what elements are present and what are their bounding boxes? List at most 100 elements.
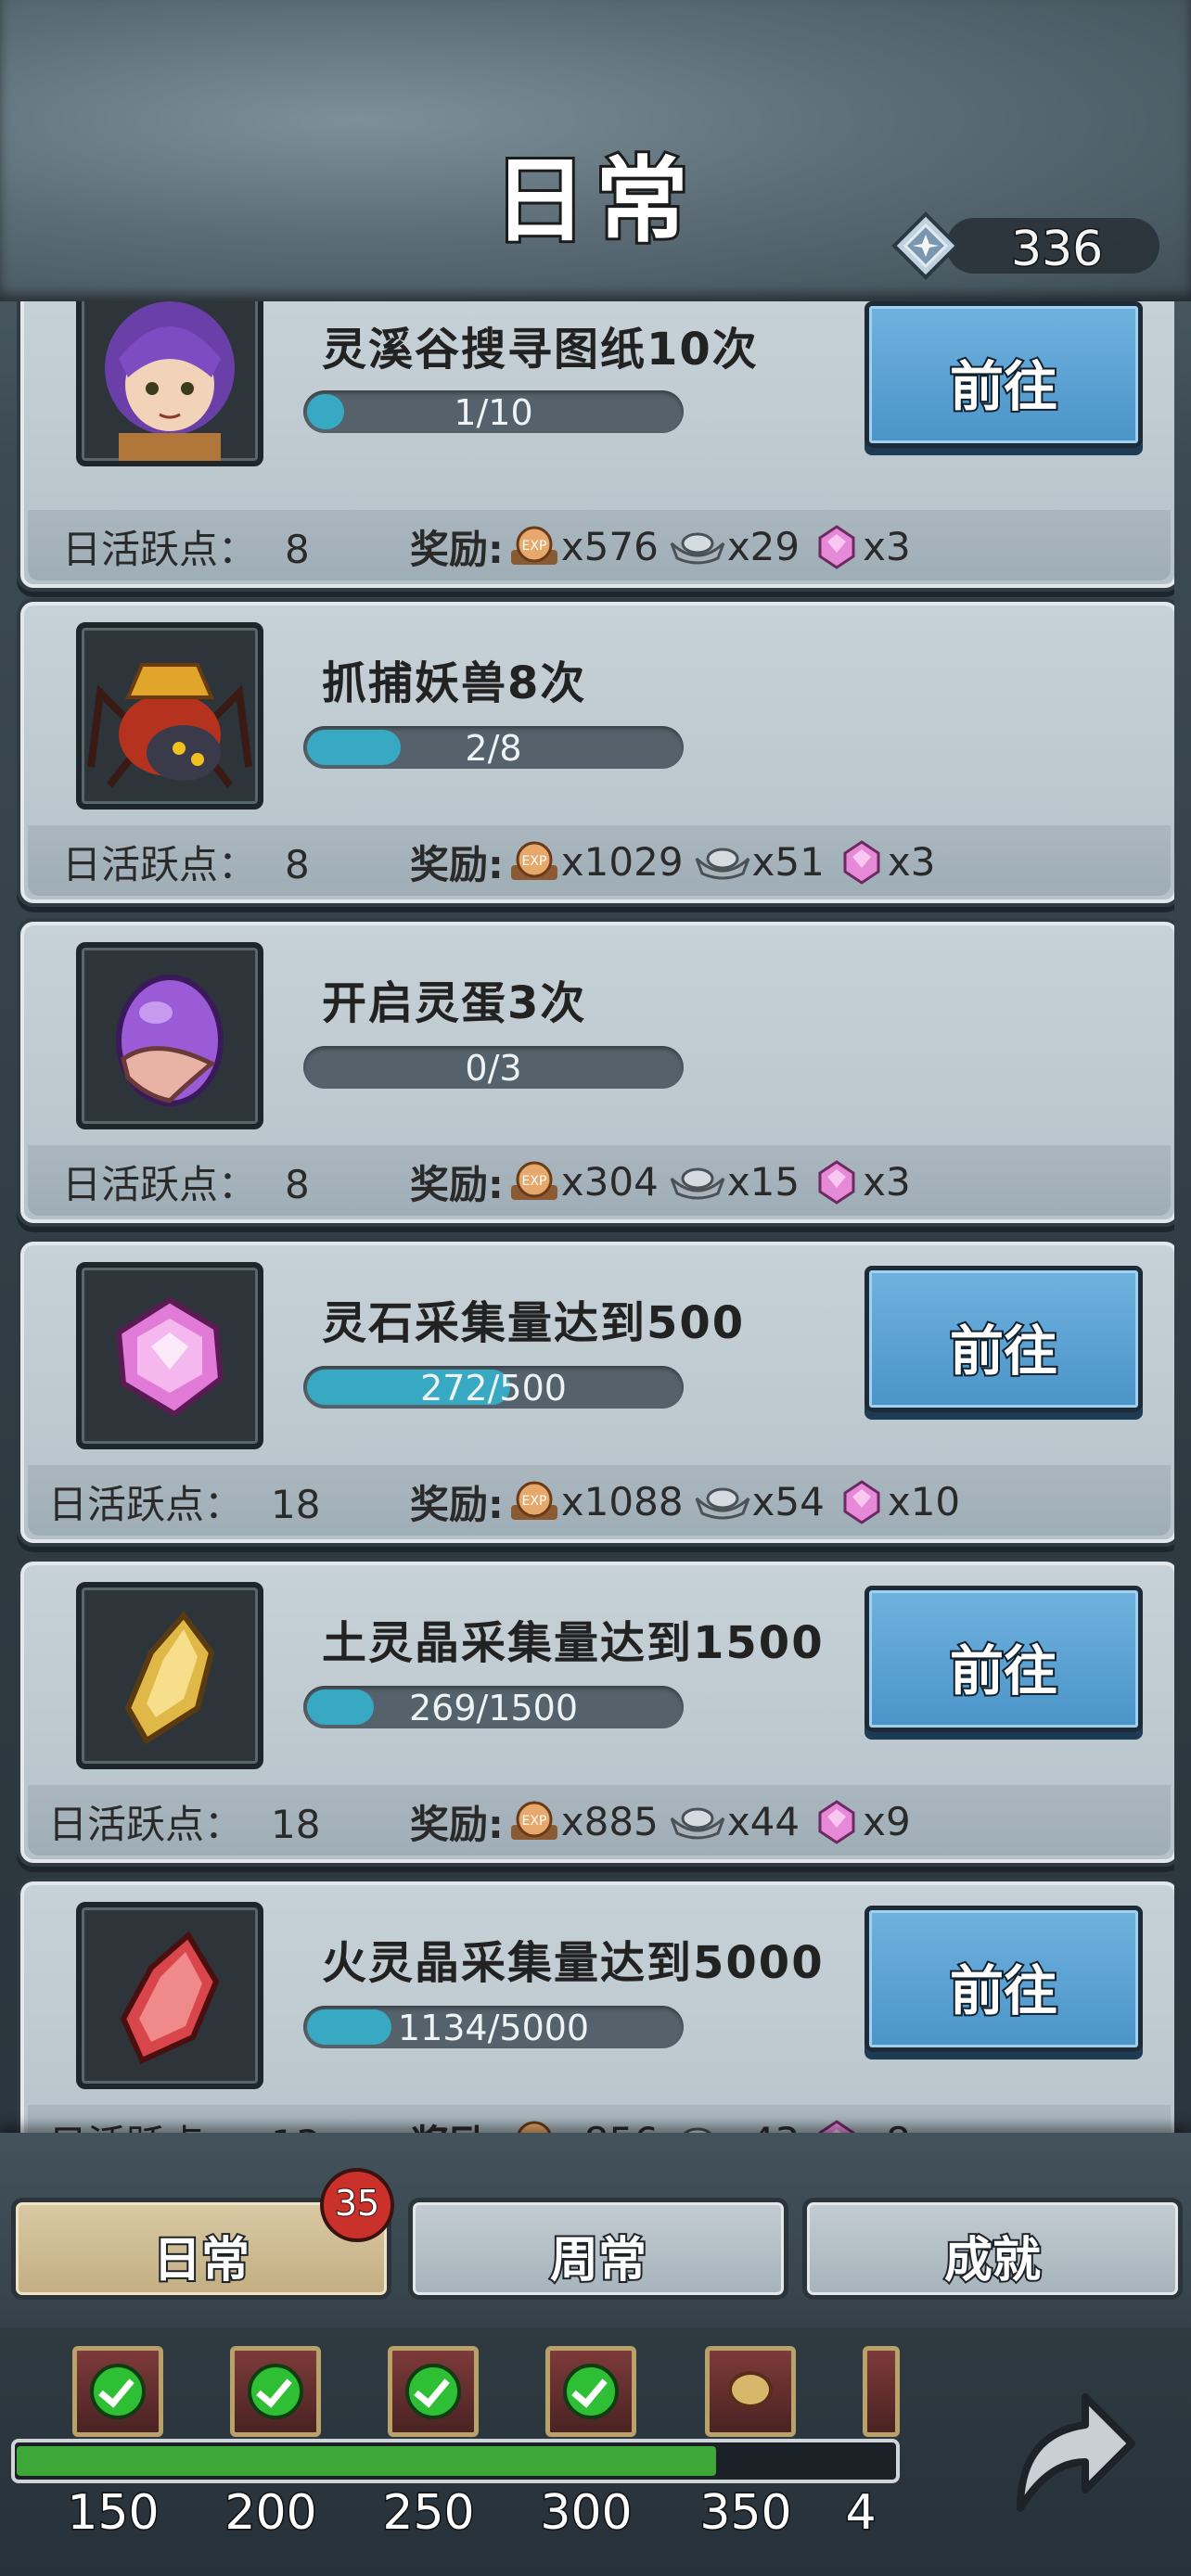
silver-ingot-icon: [670, 1807, 725, 1839]
activity-value: 18: [271, 1482, 321, 1527]
exp-scroll-icon: EXP: [510, 1801, 557, 1840]
activity-label: 日活跃点：: [48, 1482, 244, 1527]
activity-value: 8: [285, 1162, 310, 1207]
task-card: 土灵晶采集量达到1500 269/1500 前往 日活跃点： 18 奖励: EXP…: [17, 1558, 1174, 1867]
activity-points: 日活跃点： 8: [62, 1154, 310, 1210]
share-arrow-icon[interactable]: [983, 2369, 1141, 2527]
milestone-progress-fill: [17, 2446, 716, 2476]
reward-gem: x3: [887, 839, 936, 885]
pink-gem-icon: [843, 1479, 880, 1524]
svg-text:EXP: EXP: [521, 1814, 546, 1829]
milestone-chest[interactable]: [72, 2346, 163, 2437]
svg-text:EXP: EXP: [521, 1494, 546, 1509]
milestone-value: 4: [844, 2484, 877, 2543]
tab-bar: 日常 35 周常 成就: [0, 2133, 1191, 2327]
pink-spirit-stone-icon: [115, 1296, 224, 1418]
earth-crystal-icon: [124, 1611, 215, 1745]
milestone-value: 350: [698, 2484, 793, 2543]
go-button[interactable]: 前往: [864, 1906, 1143, 2052]
task-rewards: 奖励: EXP x304 x15 x3: [410, 1154, 911, 1210]
tab-achievements[interactable]: 成就: [802, 2198, 1183, 2300]
currency-amount: 336: [1009, 221, 1104, 279]
pink-gem-icon: [818, 1799, 855, 1844]
milestone-value: 200: [224, 2484, 318, 2543]
milestone-chest[interactable]: [545, 2346, 636, 2437]
task-name: 灵溪谷搜寻图纸10次: [322, 324, 759, 376]
reward-gem: x10: [887, 1479, 961, 1524]
milestone-chest[interactable]: [388, 2346, 479, 2437]
task-progress-text: 269/1500: [408, 1688, 579, 1728]
milestone-chest[interactable]: [230, 2346, 321, 2437]
svg-text:EXP: EXP: [521, 1174, 546, 1189]
reward-exp: x885: [560, 1799, 659, 1844]
task-card: 开启灵蛋3次 0/3 日活跃点： 8 奖励: EXP x304 x15 x3: [17, 918, 1174, 1227]
svg-text:EXP: EXP: [521, 854, 546, 869]
activity-points: 日活跃点： 18: [48, 1793, 320, 1850]
reward-label: 奖励:: [410, 1802, 504, 1847]
go-button[interactable]: 前往: [864, 1586, 1143, 1732]
pink-gem-icon: [818, 1159, 855, 1205]
tab-weekly-label: 周常: [548, 2231, 648, 2290]
claimed-check-icon: [248, 2364, 303, 2419]
task-rewards: 奖励: EXP x576 x29 x3: [410, 518, 911, 575]
task-icon-frame: [76, 1262, 263, 1449]
task-progress-bar: 1134/5000: [303, 2006, 684, 2048]
task-list[interactable]: 灵溪谷搜寻图纸10次 1/10 前往 日活跃点： 8 奖励: EXP x576 x…: [17, 301, 1174, 2156]
task-name: 火灵晶采集量达到5000: [322, 1937, 825, 1989]
tab-achievements-label: 成就: [942, 2231, 1043, 2290]
exp-scroll-icon: EXP: [510, 526, 557, 565]
activity-points: 日活跃点： 18: [48, 1473, 320, 1530]
go-button[interactable]: 前往: [864, 301, 1143, 448]
task-icon-frame: [76, 301, 263, 466]
reward-exp: x1088: [560, 1479, 684, 1524]
reward-silver: x54: [751, 1479, 825, 1524]
milestone-progress-bar: [11, 2439, 900, 2483]
task-progress-bar: 1/10: [303, 390, 684, 433]
activity-label: 日活跃点：: [48, 1802, 244, 1847]
task-progress-bar: 0/3: [303, 1046, 684, 1089]
exp-scroll-icon: EXP: [510, 1161, 557, 1200]
spider-beast-icon: [87, 663, 252, 788]
task-card: 火灵晶采集量达到5000 1134/5000 前往 日活跃点：13 奖励: EX…: [17, 1878, 1174, 2156]
silver-ingot-icon: [670, 1167, 725, 1199]
activity-milestones: 150 200 250 300 350 4: [0, 2327, 1191, 2576]
task-card: 灵溪谷搜寻图纸10次 1/10 前往 日活跃点： 8 奖励: EXP x576 x…: [17, 301, 1174, 592]
svg-text:EXP: EXP: [521, 539, 546, 554]
notification-badge: 35: [320, 2168, 394, 2242]
locked-eye-icon: [728, 2371, 773, 2408]
activity-label: 日活跃点：: [62, 1162, 258, 1207]
task-rewards: 奖励: EXP x1029 x51 x3: [410, 834, 935, 890]
task-icon-frame: [76, 1902, 263, 2089]
go-button[interactable]: 前往: [864, 1266, 1143, 1412]
claimed-check-icon: [563, 2364, 619, 2419]
reward-gem: x9: [863, 1799, 911, 1844]
silver-ingot-icon: [670, 532, 725, 564]
silver-ingot-icon: [695, 1487, 749, 1519]
purple-hair-character-icon: [105, 301, 235, 461]
milestone-chest[interactable]: [705, 2346, 796, 2437]
claimed-check-icon: [90, 2364, 146, 2419]
reward-silver: x51: [751, 839, 825, 885]
reward-label: 奖励:: [410, 1482, 504, 1527]
reward-silver: x15: [726, 1159, 800, 1205]
spirit-egg-icon: [116, 975, 224, 1106]
task-rewards: 奖励: EXP x885 x44 x9: [410, 1793, 911, 1850]
task-icon-frame: [76, 622, 263, 810]
tab-weekly[interactable]: 周常: [408, 2198, 788, 2300]
task-progress-text: 272/500: [420, 1368, 567, 1409]
pink-gem-icon: [843, 839, 880, 885]
milestone-value: 250: [381, 2484, 476, 2543]
reward-exp: x304: [560, 1159, 659, 1205]
fire-crystal-icon: [120, 1931, 220, 2064]
task-progress-bar: 269/1500: [303, 1686, 684, 1728]
task-name: 灵石采集量达到500: [322, 1297, 746, 1349]
milestone-value: 300: [539, 2484, 634, 2543]
badge-count: 35: [334, 2182, 380, 2225]
activity-label: 日活跃点：: [62, 527, 258, 572]
silver-ingot-icon: [695, 848, 749, 879]
activity-value: 8: [285, 527, 310, 572]
reward-silver: x29: [726, 524, 800, 569]
task-progress-text: 2/8: [465, 728, 522, 769]
milestone-value: 150: [66, 2484, 160, 2543]
milestone-chest-partial[interactable]: [863, 2346, 900, 2437]
